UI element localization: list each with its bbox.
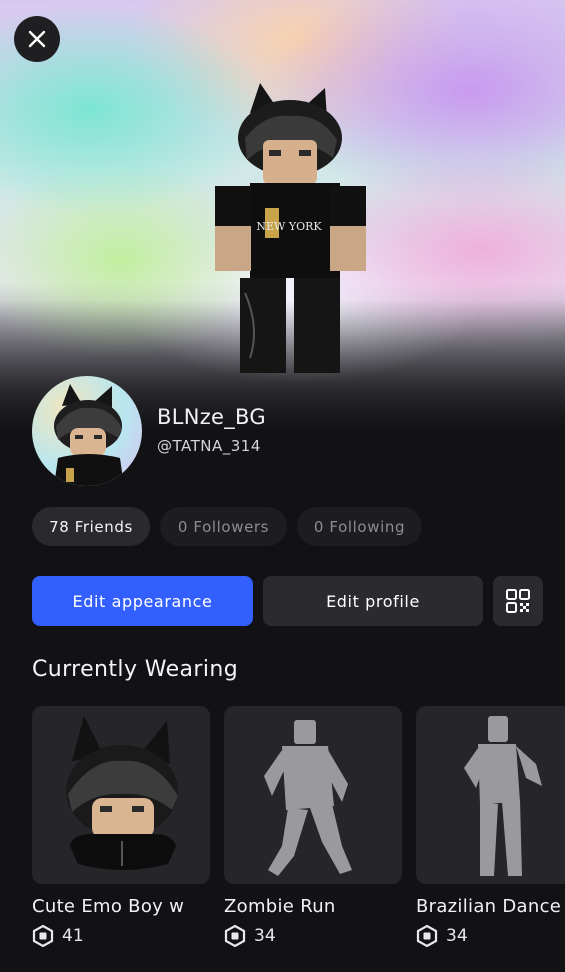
item-price: 34: [224, 925, 402, 947]
item-name: Cute Emo Boy w: [32, 896, 185, 917]
avatar-headshot: [54, 384, 124, 486]
profile-page: NEW YORK BLNze_BG @TATNA_314 78 Friends …: [0, 0, 565, 972]
close-button[interactable]: [14, 16, 60, 62]
avatar[interactable]: [32, 376, 142, 486]
qr-code-button[interactable]: [493, 576, 543, 626]
robux-icon: [224, 925, 246, 947]
robux-icon: [416, 925, 438, 947]
zombie-run-thumbnail: [264, 720, 352, 876]
wearing-item[interactable]: Cute Emo Boy w 41: [32, 706, 210, 947]
item-price: 41: [32, 925, 210, 947]
qr-code-icon: [506, 589, 530, 613]
close-icon: [28, 30, 46, 48]
edit-appearance-button[interactable]: Edit appearance: [32, 576, 253, 626]
item-thumbnail: [224, 706, 402, 884]
currently-wearing-title: Currently Wearing: [32, 657, 239, 682]
wearing-item[interactable]: Zombie Run 34: [224, 706, 402, 947]
item-thumbnail: [416, 706, 565, 884]
svg-text:NEW YORK: NEW YORK: [256, 220, 322, 233]
following-chip[interactable]: 0 Following: [297, 507, 422, 546]
display-name: BLNze_BG: [157, 405, 266, 429]
friends-chip[interactable]: 78 Friends: [32, 507, 150, 546]
brazilian-dance-thumbnail: [464, 716, 542, 876]
item-name: Zombie Run: [224, 896, 336, 917]
item-price-value: 41: [62, 926, 84, 946]
item-name: Brazilian Dance: [416, 896, 562, 917]
item-price: 34: [416, 925, 565, 947]
hero-avatar-figure: NEW YORK: [215, 83, 366, 373]
item-price-value: 34: [446, 926, 468, 946]
robux-icon: [32, 925, 54, 947]
emo-hair-thumbnail: [66, 716, 178, 870]
edit-profile-button[interactable]: Edit profile: [263, 576, 483, 626]
wearing-item[interactable]: Brazilian Dance 34: [416, 706, 565, 947]
item-price-value: 34: [254, 926, 276, 946]
followers-chip[interactable]: 0 Followers: [160, 507, 287, 546]
item-thumbnail: [32, 706, 210, 884]
username: @TATNA_314: [157, 437, 261, 455]
